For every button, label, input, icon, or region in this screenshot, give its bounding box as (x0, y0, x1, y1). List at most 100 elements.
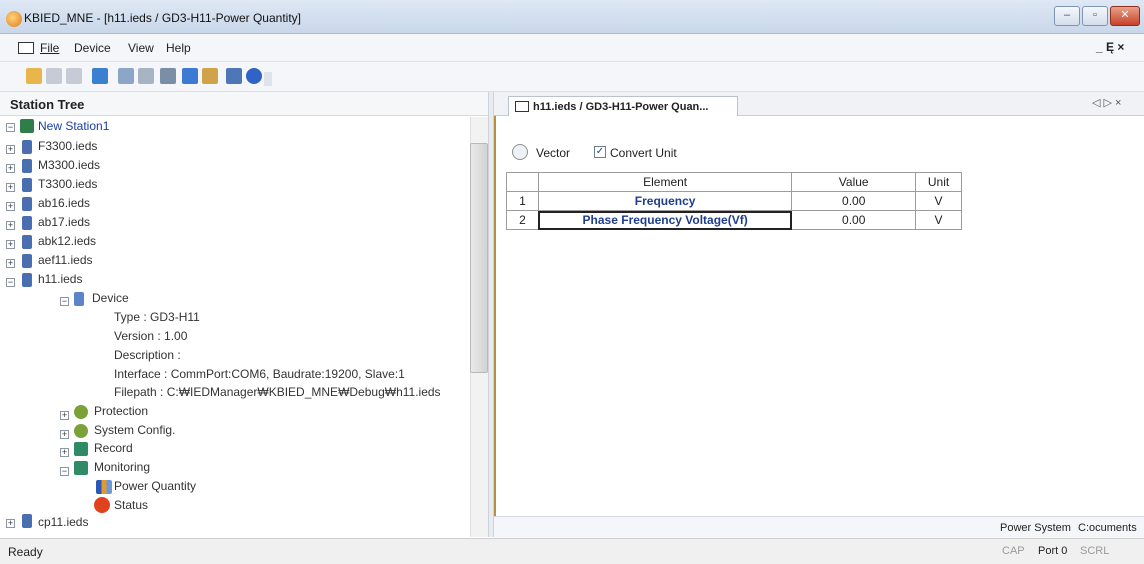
tree-item-file[interactable]: T3300.ieds (38, 175, 97, 193)
save-icon[interactable] (46, 68, 62, 84)
tab-power-quantity[interactable]: h11.ieds / GD3-H11-Power Quan... (508, 96, 738, 118)
row-element[interactable]: Frequency (537, 191, 793, 211)
row-value: 0.00 (791, 210, 917, 230)
device-file-icon (22, 254, 32, 268)
connect-icon[interactable] (118, 68, 134, 84)
header-unit: Unit (915, 172, 962, 192)
power-quantity-table: Element Value Unit 1 Frequency 0.00 V 2 … (506, 172, 962, 230)
device-file-icon (22, 273, 32, 287)
tree-item-h11[interactable]: h11.ieds (38, 270, 82, 288)
menu-bar: File Device View Help _ Ę × (0, 34, 1144, 62)
tree-item-file[interactable]: aef11.ieds (38, 251, 93, 269)
gear-icon (74, 424, 88, 438)
device-file-icon (22, 197, 32, 211)
scrl-indicator: SCRL (1080, 545, 1110, 557)
settings-icon[interactable] (160, 68, 176, 84)
collapse-icon[interactable]: − (60, 467, 69, 476)
tree-item-status[interactable]: Status (114, 496, 148, 514)
document-icon (18, 42, 34, 54)
station-icon (20, 119, 34, 133)
window-icon[interactable] (226, 68, 242, 84)
expand-icon[interactable]: + (6, 164, 15, 173)
help-icon[interactable] (246, 68, 262, 84)
menu-file[interactable]: File (40, 41, 59, 55)
document-footer: Power System C:ocuments (494, 516, 1144, 538)
table-row[interactable]: 1 Frequency 0.00 V (506, 191, 962, 211)
menu-device[interactable]: Device (74, 41, 111, 55)
mdi-controls[interactable]: _ Ę × (1096, 40, 1124, 54)
tree-item-file[interactable]: abk12.ieds (38, 232, 96, 250)
device-description: Description : (114, 348, 181, 362)
device-version: Version : 1.00 (114, 329, 188, 343)
station-tree[interactable]: − New Station1 + F3300.ieds + M3300.ieds… (0, 117, 468, 537)
expand-icon[interactable]: + (6, 519, 15, 528)
window-title: KBIED_MNE - [h11.ieds / GD3-H11-Power Qu… (24, 11, 301, 25)
tree-item-file[interactable]: M3300.ieds (38, 156, 100, 174)
tab-navigation[interactable]: ◁ ▷ × (1092, 96, 1121, 109)
collapse-icon[interactable]: − (6, 123, 15, 132)
expand-icon[interactable]: + (6, 221, 15, 230)
device-file-icon (22, 514, 32, 528)
vector-label[interactable]: Vector (536, 146, 570, 160)
device-file-icon (22, 235, 32, 249)
toolbar (0, 62, 1144, 92)
convert-unit-checkbox[interactable]: ✓ (594, 146, 606, 158)
collapse-icon[interactable]: − (6, 278, 15, 287)
disconnect-icon[interactable] (138, 68, 154, 84)
tree-item-file[interactable]: ab16.ieds (38, 194, 90, 212)
monitor-icon[interactable] (182, 68, 198, 84)
minimize-button[interactable]: – (1054, 6, 1080, 26)
expand-icon[interactable]: + (6, 183, 15, 192)
save-all-icon[interactable] (66, 68, 82, 84)
device-type: Type : GD3-H11 (114, 310, 200, 324)
tree-icon[interactable] (92, 68, 108, 84)
device-filepath: Filepath : C:₩IEDManager₩KBIED_MNE₩Debug… (114, 385, 441, 399)
expand-icon[interactable]: + (6, 259, 15, 268)
expand-icon[interactable]: + (6, 145, 15, 154)
status-bar: Ready CAP Port 0 SCRL (0, 538, 1144, 564)
power-system-label: Power System (1000, 522, 1071, 534)
station-tree-header: Station Tree (0, 92, 490, 116)
tree-item-file[interactable]: ab17.ieds (38, 213, 90, 231)
tree-item-record[interactable]: Record (94, 439, 133, 457)
close-button[interactable]: ✕ (1110, 6, 1140, 26)
expand-icon[interactable]: + (6, 202, 15, 211)
device-file-icon (22, 159, 32, 173)
tree-item-device[interactable]: Device (92, 289, 129, 307)
tree-item-power-quantity[interactable]: Power Quantity (114, 477, 196, 495)
row-value: 0.00 (791, 191, 917, 211)
tree-item-monitoring[interactable]: Monitoring (94, 458, 150, 476)
row-index: 2 (506, 210, 539, 230)
expand-icon[interactable]: + (60, 448, 69, 457)
toolbar-overflow[interactable] (264, 72, 272, 86)
station-tree-title: Station Tree (10, 97, 85, 112)
table-icon[interactable] (202, 68, 218, 84)
header-index (506, 172, 539, 192)
expand-icon[interactable]: + (60, 411, 69, 420)
gear-icon (74, 405, 88, 419)
open-folder-icon[interactable] (26, 68, 42, 84)
tree-item-root[interactable]: New Station1 (38, 117, 109, 135)
tree-item-file[interactable]: cp11.ieds (38, 513, 88, 531)
tree-item-file[interactable]: F3300.ieds (38, 137, 97, 155)
table-row[interactable]: 2 Phase Frequency Voltage(Vf) 0.00 V (506, 210, 962, 230)
header-value: Value (791, 172, 917, 192)
menu-help[interactable]: Help (166, 41, 191, 55)
collapse-icon[interactable]: − (60, 297, 69, 306)
convert-unit-label[interactable]: Convert Unit (610, 146, 677, 160)
expand-icon[interactable]: + (6, 240, 15, 249)
row-unit: V (915, 210, 962, 230)
device-file-icon (22, 216, 32, 230)
table-header-row: Element Value Unit (506, 172, 962, 192)
status-text: Ready (8, 545, 43, 559)
tab-label: h11.ieds / GD3-H11-Power Quan... (533, 101, 709, 113)
tree-scrollbar-thumb[interactable] (470, 143, 488, 373)
tree-item-system-config[interactable]: System Config. (94, 421, 175, 439)
row-element-selected[interactable]: Phase Frequency Voltage(Vf) (537, 210, 793, 230)
restore-button[interactable]: ▫ (1082, 6, 1108, 26)
expand-icon[interactable]: + (60, 430, 69, 439)
tree-item-protection[interactable]: Protection (94, 402, 148, 420)
menu-view[interactable]: View (128, 41, 154, 55)
device-file-icon (22, 140, 32, 154)
vector-icon[interactable] (512, 144, 528, 160)
